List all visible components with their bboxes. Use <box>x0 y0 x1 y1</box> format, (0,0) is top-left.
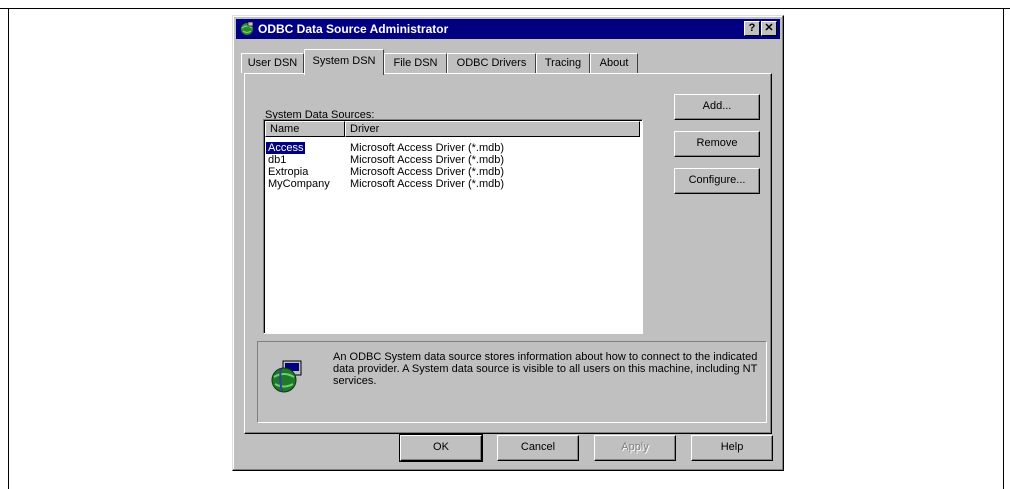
column-header-name[interactable]: Name <box>265 121 345 137</box>
row-driver-db1[interactable]: Microsoft Access Driver (*.mdb) <box>350 154 504 166</box>
odbc-globe-icon <box>271 360 302 393</box>
info-description: An ODBC System data source stores inform… <box>333 351 758 387</box>
help-title-button[interactable]: ? <box>744 21 760 36</box>
row-driver-access[interactable]: Microsoft Access Driver (*.mdb) <box>350 142 504 154</box>
remove-button[interactable]: Remove <box>674 131 760 157</box>
row-name-extropia[interactable]: Extropia <box>268 166 308 178</box>
close-title-button[interactable]: ✕ <box>761 21 777 36</box>
configure-button[interactable]: Configure... <box>674 168 760 194</box>
add-button[interactable]: Add... <box>674 94 760 120</box>
row-name-db1[interactable]: db1 <box>268 154 286 166</box>
page-frame-right <box>1003 8 1004 489</box>
tab-system-dsn[interactable]: System DSN <box>304 49 384 75</box>
tab-odbc-drivers[interactable]: ODBC Drivers <box>447 53 536 73</box>
row-driver-mycompany[interactable]: Microsoft Access Driver (*.mdb) <box>350 178 504 190</box>
ok-button[interactable]: OK <box>399 434 483 462</box>
data-sources-list[interactable]: Name Driver Access Microsoft Access Driv… <box>263 119 643 334</box>
odbc-dialog: ODBC Data Source Administrator ? ✕ User … <box>232 15 784 471</box>
tab-tracing[interactable]: Tracing <box>536 53 590 73</box>
tab-user-dsn[interactable]: User DSN <box>241 53 304 73</box>
odbc-globe-icon <box>241 21 254 35</box>
help-button[interactable]: Help <box>691 435 773 461</box>
cancel-button[interactable]: Cancel <box>497 435 579 461</box>
apply-button[interactable]: Apply <box>594 435 676 461</box>
page-frame-left <box>8 8 9 489</box>
column-header-driver[interactable]: Driver <box>345 121 640 137</box>
row-driver-extropia[interactable]: Microsoft Access Driver (*.mdb) <box>350 166 504 178</box>
tab-file-dsn[interactable]: File DSN <box>384 53 447 73</box>
window-title: ODBC Data Source Administrator <box>258 22 449 36</box>
page-frame-top <box>0 8 1010 9</box>
row-name-access[interactable]: Access <box>266 142 306 154</box>
row-name-mycompany[interactable]: MyCompany <box>268 178 330 190</box>
tab-about[interactable]: About <box>590 53 638 73</box>
title-bar[interactable]: ODBC Data Source Administrator ? ✕ <box>236 19 780 39</box>
